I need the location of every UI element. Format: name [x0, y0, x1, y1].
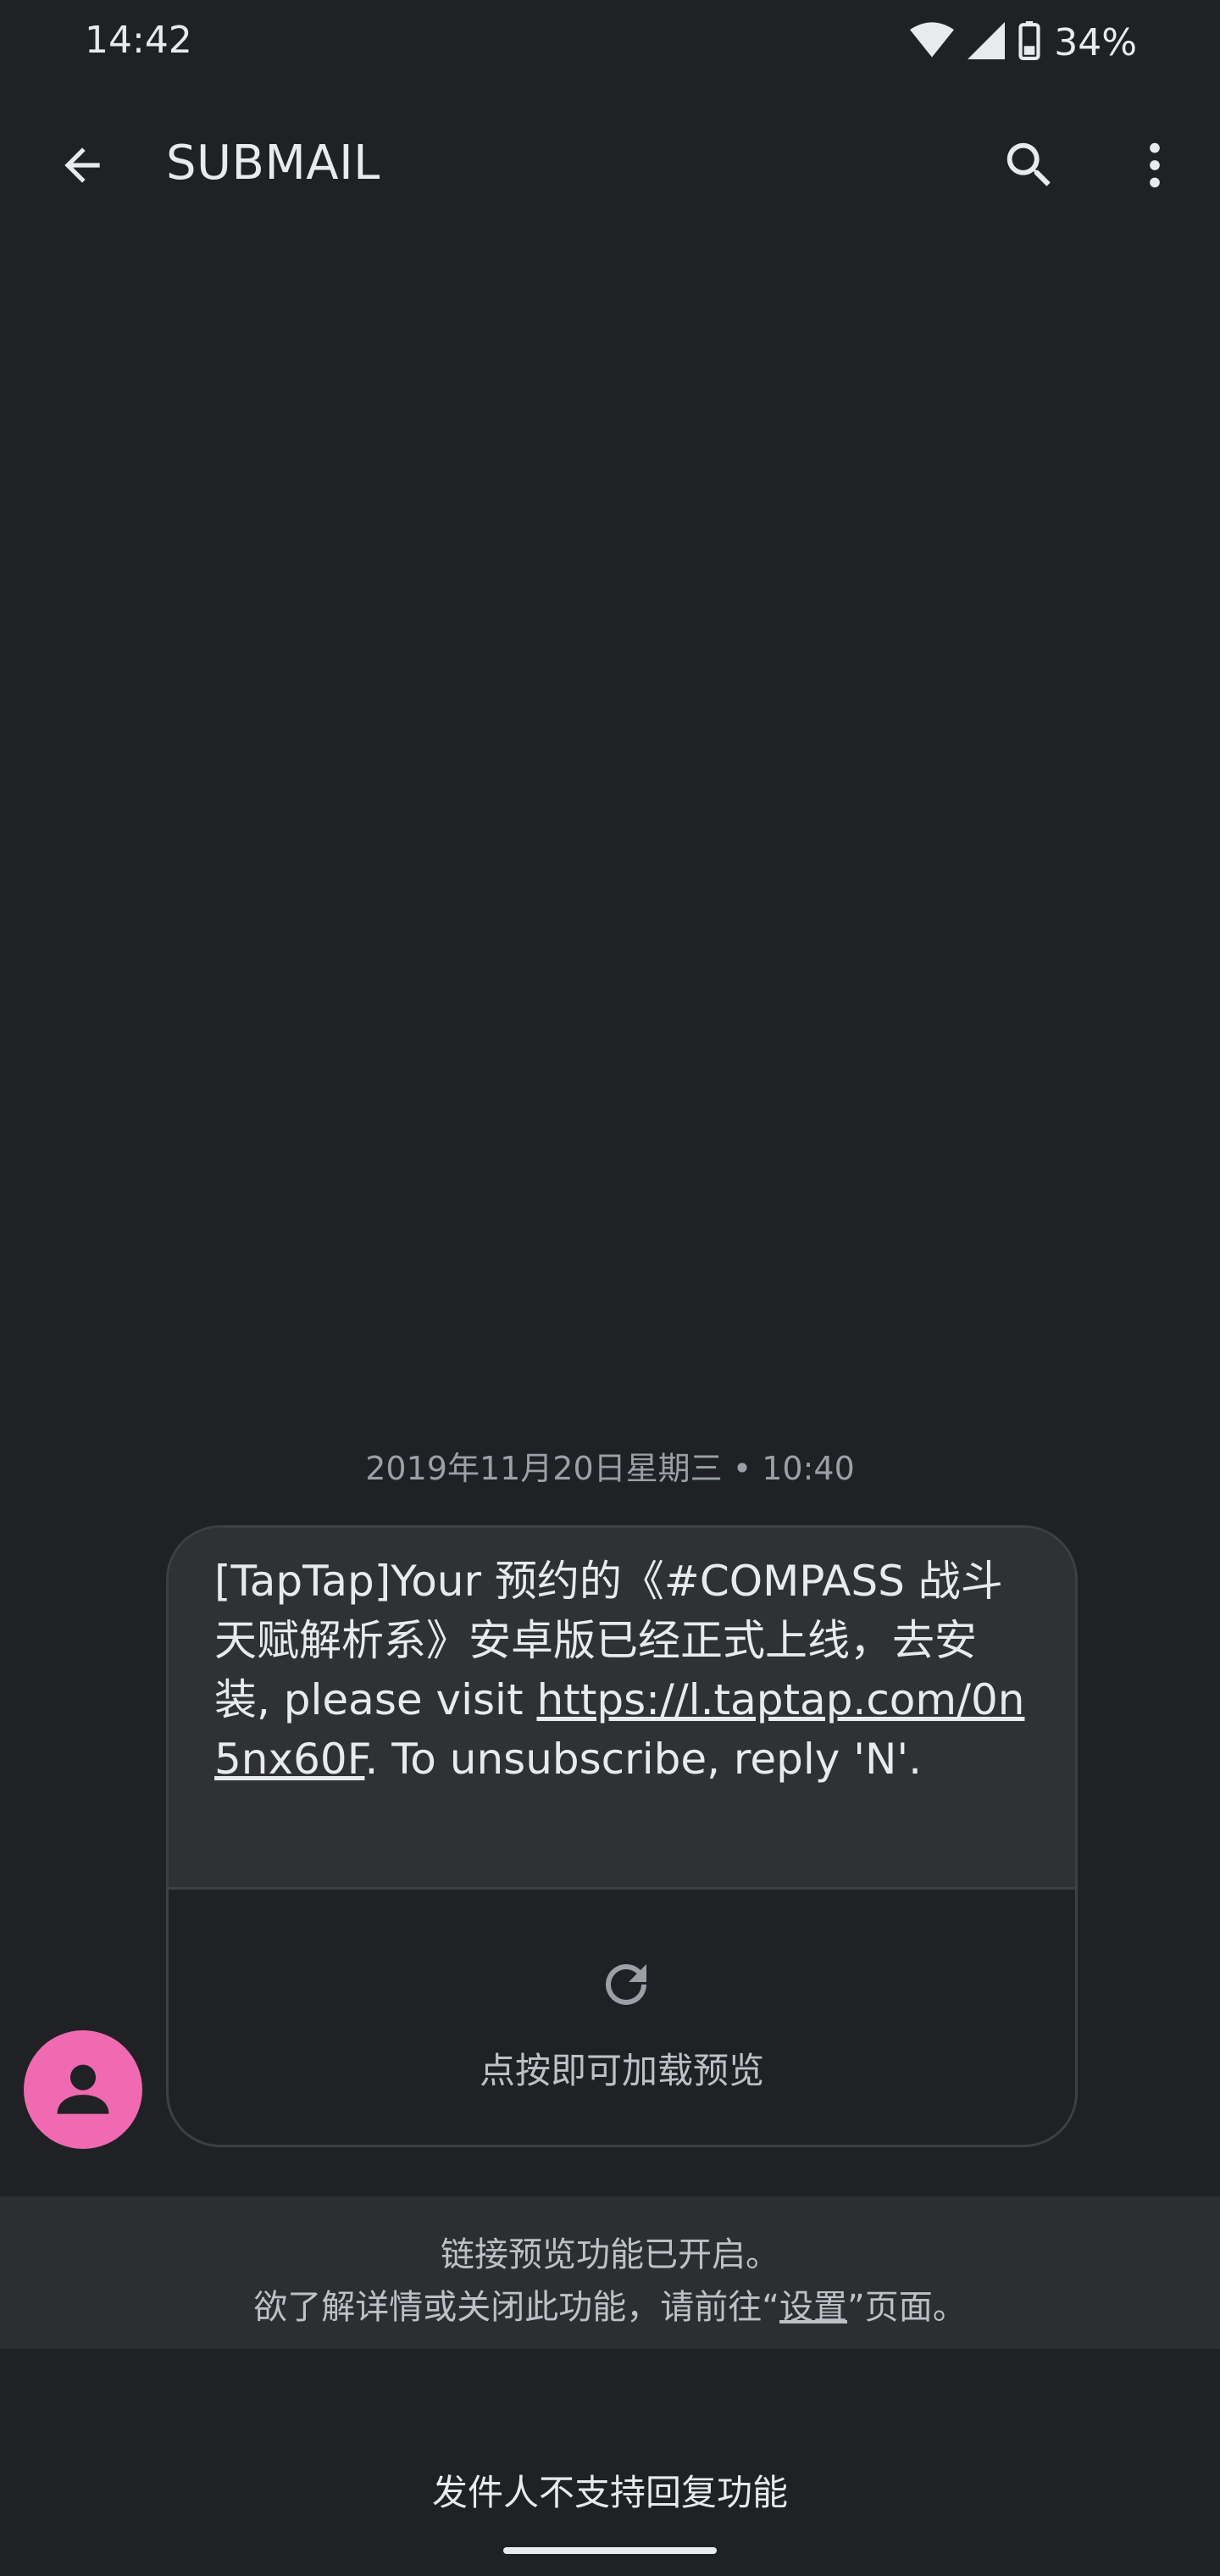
notice-line-1: 链接预览功能已开启。 — [441, 2235, 779, 2274]
conversation-title: SUBMAIL — [166, 136, 380, 191]
refresh-icon — [606, 1964, 646, 2005]
settings-link[interactable]: 设置 — [779, 2288, 847, 2327]
message-timestamp: 2019年11月20日星期三 • 10:40 — [365, 1450, 855, 1487]
link-preview-notice: 链接预览功能已开启。 欲了解详情或关闭此功能，请前往“设置”页面。 — [0, 2196, 1220, 2349]
notice-line-2: 欲了解详情或关闭此功能，请前往“设置”页面。 — [0, 2279, 1220, 2329]
message-bubble[interactable]: [TapTap]Your 预约的《#COMPASS 战斗天赋解析系》安卓版已经正… — [166, 1525, 1078, 2147]
sender-avatar[interactable] — [24, 2030, 142, 2149]
search-button[interactable] — [991, 127, 1068, 203]
message-body: [TapTap]Your 预约的《#COMPASS 战斗天赋解析系》安卓版已经正… — [169, 1528, 1075, 1887]
home-indicator[interactable] — [503, 2547, 717, 2554]
battery-percent: 34% — [1054, 20, 1137, 64]
load-preview-label: 点按即可加载预览 — [479, 2050, 764, 2091]
wifi-icon — [910, 22, 955, 63]
cellular-signal-icon — [968, 22, 1006, 63]
message-text: [TapTap]Your 预约的《#COMPASS 战斗天赋解析系》安卓版已经正… — [214, 1552, 1028, 1789]
link-preview-placeholder[interactable]: 点按即可加载预览 — [169, 1887, 1075, 2145]
back-button[interactable] — [44, 127, 120, 203]
no-reply-notice: 发件人不支持回复功能 — [431, 2472, 788, 2513]
message-text-end: . To unsubscribe, reply 'N'. — [364, 1735, 923, 1784]
status-icons: 34% — [910, 15, 1137, 69]
notice-text-after: ”页面。 — [847, 2288, 967, 2327]
notice-text-before: 欲了解详情或关闭此功能，请前往“ — [253, 2288, 779, 2327]
search-icon — [1006, 142, 1051, 186]
status-time: 14:42 — [85, 19, 192, 62]
person-icon — [57, 2064, 109, 2114]
more-vert-icon — [1150, 142, 1160, 188]
back-arrow-icon — [64, 147, 100, 183]
battery-icon — [1018, 21, 1040, 64]
more-options-button[interactable] — [1117, 127, 1193, 203]
